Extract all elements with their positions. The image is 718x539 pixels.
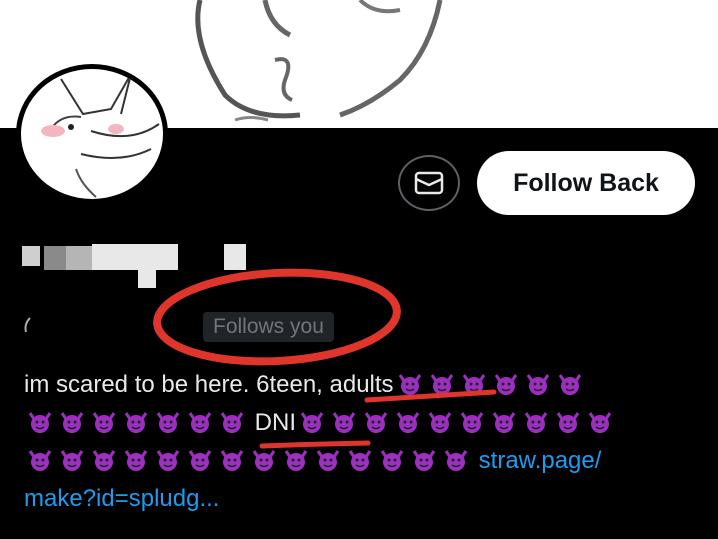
follows-you-badge: Follows you — [203, 312, 334, 342]
devil-emoji-icon — [156, 450, 180, 471]
devil-emoji-icon — [462, 374, 485, 395]
devil-emoji-icon — [300, 412, 324, 433]
devil-emoji-icon — [316, 450, 340, 471]
devil-emoji-icon — [220, 412, 244, 433]
devil-emoji-icon — [556, 412, 580, 433]
devil-emoji-icon — [60, 450, 84, 471]
devil-emoji-icon — [252, 450, 276, 471]
devil-emoji-icon — [92, 412, 116, 433]
devil-emoji-icon — [460, 412, 484, 433]
devil-emoji-icon — [588, 412, 612, 433]
devil-emoji-icon — [428, 412, 452, 433]
devil-emoji-icon — [430, 374, 453, 395]
message-button[interactable] — [398, 155, 460, 211]
mail-icon — [414, 171, 444, 195]
devil-emoji-icon — [124, 450, 148, 471]
bio-text: im scared to be here. 6teen, — [24, 371, 330, 398]
avatar[interactable] — [21, 69, 163, 199]
devil-emoji-icon — [558, 374, 581, 395]
devil-emoji-icon — [526, 374, 549, 395]
devil-emoji-icon — [92, 450, 116, 471]
bio-dni: DNI — [254, 409, 297, 436]
avatar-sketch-image — [41, 73, 160, 198]
devil-emoji-icon — [348, 450, 372, 471]
devil-emoji-icon — [396, 412, 420, 433]
devil-emoji-icon — [284, 450, 308, 471]
devil-emoji-icon — [188, 450, 212, 471]
devil-emoji-icon — [524, 412, 548, 433]
devil-emoji-icon — [28, 450, 52, 471]
profile-bio: im scared to be here. 6teen, adults DNI … — [24, 366, 704, 518]
devil-emoji-icon — [494, 374, 517, 395]
devil-emoji-icon — [364, 412, 388, 433]
devil-emoji-icon — [380, 450, 404, 471]
bio-adults: adults — [329, 371, 394, 398]
devil-emoji-icon — [156, 412, 180, 433]
devil-emoji-icon — [444, 450, 468, 471]
devil-emoji-icon — [188, 412, 212, 433]
devil-emoji-icon — [398, 374, 421, 395]
devil-emoji-icon — [332, 412, 356, 433]
devil-emoji-icon — [412, 450, 436, 471]
devil-emoji-icon — [220, 450, 244, 471]
follow-back-button[interactable]: Follow Back — [477, 151, 695, 215]
devil-emoji-icon — [28, 412, 52, 433]
devil-emoji-icon — [60, 412, 84, 433]
devil-emoji-icon — [492, 412, 516, 433]
devil-emoji-icon — [124, 412, 148, 433]
